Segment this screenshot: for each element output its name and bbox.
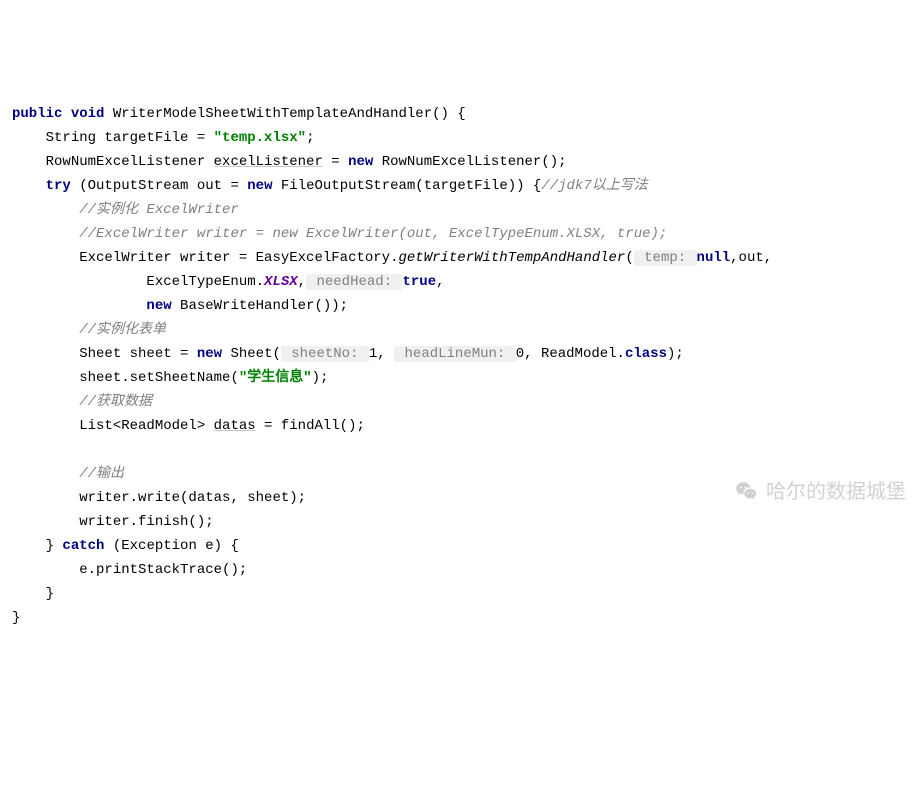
code-text: BaseWriteHandler()); (172, 298, 348, 314)
comment: //输出 (79, 466, 124, 482)
code-text: (Exception e) { (104, 538, 238, 554)
keyword: catch (62, 538, 104, 554)
keyword: try (46, 178, 71, 194)
code-text: } (46, 538, 63, 554)
code-text: RowNumExcelListener(); (373, 154, 566, 170)
keyword: true (402, 274, 436, 290)
comment: //获取数据 (79, 394, 152, 410)
string-literal: "temp.xlsx" (214, 130, 306, 146)
keyword: new (197, 346, 222, 362)
constant: XLSX (264, 274, 298, 290)
code-text: Sheet sheet = (79, 346, 197, 362)
variable: excelListener (214, 154, 323, 170)
code-text: ; (306, 130, 314, 146)
code-text: List<ReadModel> (79, 418, 213, 434)
code-text: ExcelWriter writer = EasyExcelFactory. (79, 250, 398, 266)
code-text: , (436, 274, 444, 290)
code-text: sheet.setSheetName( (79, 370, 239, 386)
code-text: , ReadModel. (524, 346, 625, 362)
keyword: new (146, 298, 171, 314)
code-text: ( (625, 250, 633, 266)
code-block: public void WriterModelSheetWithTemplate… (12, 102, 912, 630)
number: 0 (516, 346, 524, 362)
code-text: writer.finish(); (79, 514, 213, 530)
keyword: new (247, 178, 272, 194)
code-text: String targetFile = (46, 130, 214, 146)
keyword: null (697, 250, 731, 266)
code-text: ,out, (730, 250, 772, 266)
variable: datas (214, 418, 256, 434)
code-text: ); (667, 346, 684, 362)
comment: //实例化表单 (79, 322, 166, 338)
watermark: 哈尔的数据城堡 (734, 479, 906, 505)
code-text: writer.write(datas, sheet); (79, 490, 306, 506)
wechat-icon (734, 479, 760, 505)
keyword: void (71, 106, 105, 122)
code-text: ExcelTypeEnum. (146, 274, 264, 290)
param-hint: headLineMun: (394, 346, 516, 362)
code-text: } (12, 610, 20, 626)
code-text: ); (312, 370, 329, 386)
param-hint: sheetNo: (281, 346, 369, 362)
method-name: WriterModelSheetWithTemplateAndHandler()… (113, 106, 466, 122)
static-method: getWriterWithTempAndHandler (398, 250, 625, 266)
keyword: class (625, 346, 667, 362)
param-hint: needHead: (306, 274, 402, 290)
comment: //jdk7以上写法 (541, 178, 647, 194)
code-text: } (46, 586, 54, 602)
comment: //实例化 ExcelWriter (79, 202, 239, 218)
code-text: FileOutputStream(targetFile)) { (272, 178, 541, 194)
param-hint: temp: (634, 250, 697, 266)
code-text: = (323, 154, 348, 170)
code-text: e.printStackTrace(); (79, 562, 247, 578)
code-text: (OutputStream out = (71, 178, 247, 194)
comment: //ExcelWriter writer = new ExcelWriter(o… (79, 226, 667, 242)
code-text: , (377, 346, 394, 362)
string-literal: "学生信息" (239, 370, 312, 386)
code-text: RowNumExcelListener (46, 154, 214, 170)
watermark-text: 哈尔的数据城堡 (766, 480, 906, 504)
code-text: = findAll(); (256, 418, 365, 434)
code-text: Sheet( (222, 346, 281, 362)
code-text: , (298, 274, 306, 290)
keyword: public (12, 106, 62, 122)
keyword: new (348, 154, 373, 170)
